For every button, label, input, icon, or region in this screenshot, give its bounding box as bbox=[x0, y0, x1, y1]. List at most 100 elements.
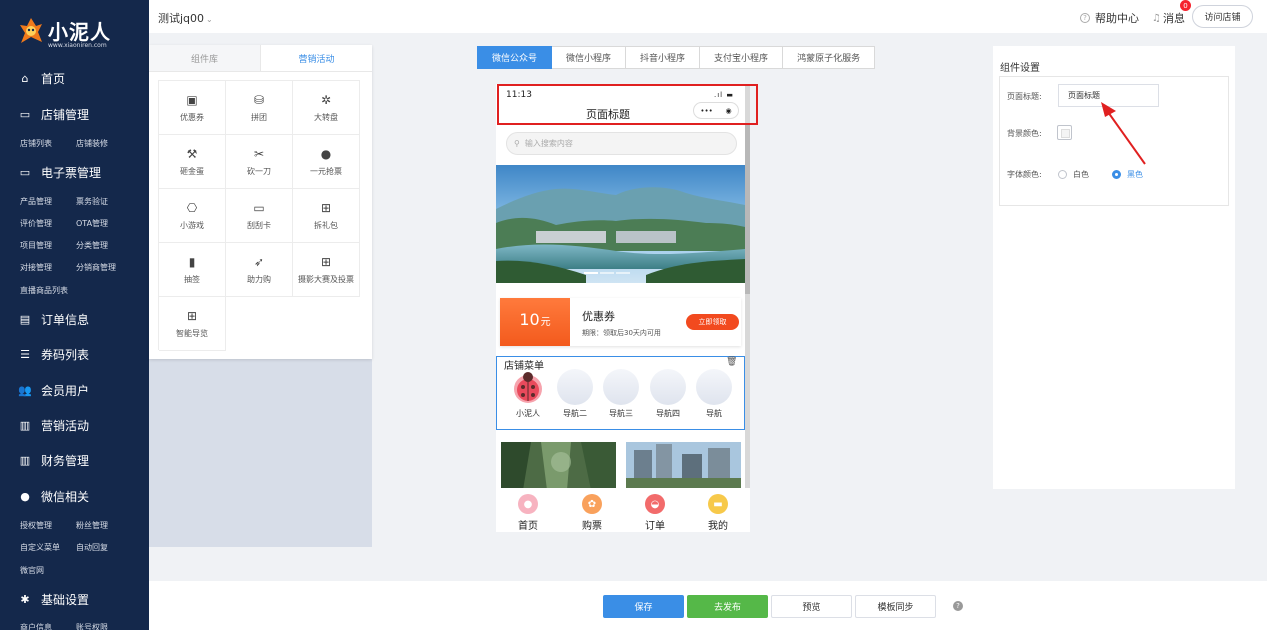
bar-chart-icon: ▥ bbox=[19, 453, 31, 467]
tabbar-orders[interactable]: ◒ 订单 bbox=[630, 494, 680, 532]
banner-image[interactable] bbox=[496, 165, 745, 283]
image-placeholder-icon bbox=[557, 369, 593, 405]
ticket-icon: ▭ bbox=[19, 165, 31, 179]
nav-home[interactable]: ⌂ 首页 bbox=[0, 66, 149, 90]
nav-project-manage[interactable]: 项目管理 bbox=[20, 240, 52, 251]
eticket-subnav-row: 直播商品列表 bbox=[0, 283, 149, 299]
nav-orders[interactable]: ▤ 订单信息 bbox=[0, 307, 149, 331]
messages-link[interactable]: ♫ 消息 bbox=[1152, 10, 1185, 26]
goods-image[interactable] bbox=[501, 442, 616, 490]
nav-eticket-manage[interactable]: ▭ 电子票管理 bbox=[0, 160, 149, 184]
template-sync-button[interactable]: 模板同步 bbox=[855, 595, 936, 618]
nav-ticket-verify[interactable]: 票务验证 bbox=[76, 196, 108, 207]
claim-coupon-button[interactable]: 立即领取 bbox=[686, 314, 739, 330]
highlight-box bbox=[497, 84, 758, 125]
nav-micro-site[interactable]: 微官网 bbox=[20, 565, 44, 576]
lot-icon: ▮ bbox=[188, 254, 196, 269]
help-icon[interactable]: ? bbox=[953, 601, 963, 611]
nav-account-perms[interactable]: 账号权限 bbox=[76, 622, 108, 630]
component-tile-wheel[interactable]: ✲ 大转盘 bbox=[293, 81, 360, 135]
tab-component-library[interactable]: 组件库 bbox=[149, 45, 261, 71]
visit-store-button[interactable]: 访问店铺 bbox=[1192, 5, 1253, 28]
save-button[interactable]: 保存 bbox=[603, 595, 684, 618]
message-count-badge: 0 bbox=[1180, 0, 1191, 11]
goods-image[interactable] bbox=[626, 442, 741, 490]
font-color-white-radio[interactable] bbox=[1058, 170, 1067, 179]
menu-item[interactable]: 导航四 bbox=[645, 367, 689, 427]
component-tile-mini-game[interactable]: ⎔ 小游戏 bbox=[159, 189, 226, 243]
nav-custom-menu[interactable]: 自定义菜单 bbox=[20, 542, 60, 553]
coin-icon: ● bbox=[320, 146, 332, 161]
bg-color-picker[interactable] bbox=[1057, 125, 1072, 140]
tabbar-mine[interactable]: ▬ 我的 bbox=[693, 494, 743, 532]
nav-ota-manage[interactable]: OTA管理 bbox=[76, 218, 108, 229]
preview-button[interactable]: 预览 bbox=[771, 595, 852, 618]
menu-item[interactable]: 导航三 bbox=[598, 367, 642, 427]
nav-merchant-info[interactable]: 商户信息 bbox=[20, 622, 52, 630]
nav-product-manage[interactable]: 产品管理 bbox=[20, 196, 52, 207]
users-icon: 👥 bbox=[18, 383, 32, 397]
component-tile-golden-egg[interactable]: ⚒ 砸金蛋 bbox=[159, 135, 226, 189]
store-selector[interactable]: 测试jq00 ⌄ bbox=[158, 10, 213, 26]
home-tab-icon: ● bbox=[518, 494, 538, 514]
nav-members[interactable]: 👥 会员用户 bbox=[0, 378, 149, 402]
component-tile-gift-pack[interactable]: ⊞ 拆礼包 bbox=[293, 189, 360, 243]
tab-wechat-official[interactable]: 微信公众号 bbox=[477, 46, 553, 69]
component-tile-photo-contest[interactable]: ⊞ 摄影大赛及投票 bbox=[293, 243, 360, 297]
tab-douyin-miniprogram[interactable]: 抖音小程序 bbox=[626, 46, 701, 69]
nav-dock-manage[interactable]: 对接管理 bbox=[20, 262, 52, 273]
menu-item[interactable]: 导航 bbox=[691, 367, 735, 427]
nav-store-list[interactable]: 店铺列表 bbox=[20, 138, 52, 149]
component-tile-group-buy[interactable]: ⛁ 拼团 bbox=[226, 81, 293, 135]
nav-live-goods[interactable]: 直播商品列表 bbox=[20, 285, 68, 296]
nav-distributor-manage[interactable]: 分销商管理 bbox=[76, 262, 116, 273]
eticket-subnav-row: 评价管理 OTA管理 bbox=[0, 216, 149, 232]
nav-finance[interactable]: ▥ 财务管理 bbox=[0, 448, 149, 472]
nav-store-manage[interactable]: ▭ 店铺管理 bbox=[0, 102, 149, 126]
tab-marketing[interactable]: 营销活动 bbox=[261, 45, 372, 71]
trash-icon[interactable]: 🗑 bbox=[726, 357, 737, 367]
wheel-icon: ✲ bbox=[320, 92, 332, 107]
component-tile-smart-guide[interactable]: ⊞ 智能导览 bbox=[159, 297, 226, 351]
publish-button[interactable]: 去发布 bbox=[687, 595, 768, 618]
nav-store-decorate[interactable]: 店铺装修 bbox=[76, 138, 108, 149]
tab-alipay-miniprogram[interactable]: 支付宝小程序 bbox=[700, 46, 784, 69]
city-photo bbox=[626, 442, 741, 490]
nav-marketing[interactable]: ▥ 营销活动 bbox=[0, 413, 149, 437]
tab-harmony-service[interactable]: 鸿蒙原子化服务 bbox=[783, 46, 876, 69]
font-color-black-label[interactable]: 黑色 bbox=[1127, 169, 1143, 180]
forest-photo bbox=[501, 442, 616, 490]
component-tile-assist-buy[interactable]: ➶ 助力购 bbox=[226, 243, 293, 297]
component-tile-bargain[interactable]: ✂ 砍一刀 bbox=[226, 135, 293, 189]
rocket-icon: ➶ bbox=[253, 254, 265, 269]
menu-item[interactable]: 小泥人 bbox=[505, 367, 549, 427]
search-bar[interactable]: ⚲ 输入搜索内容 bbox=[506, 132, 737, 155]
page-title-input[interactable]: 页面标题 bbox=[1058, 84, 1159, 107]
nav-category-manage[interactable]: 分类管理 bbox=[76, 240, 108, 251]
component-tile-coupon[interactable]: ▣ 优惠券 bbox=[159, 81, 226, 135]
store-menu-block[interactable]: 店铺菜单 🗑 小泥人 导航二 导航三 导航四 导航 bbox=[496, 356, 745, 430]
list-icon: ☰ bbox=[20, 347, 30, 361]
nav-review-manage[interactable]: 评价管理 bbox=[20, 218, 52, 229]
nav-basic-settings[interactable]: ✱ 基础设置 bbox=[0, 587, 149, 611]
component-tile-scratch-card[interactable]: ▭ 刮刮卡 bbox=[226, 189, 293, 243]
nav-wechat[interactable]: ● 微信相关 bbox=[0, 484, 149, 508]
nav-auto-reply[interactable]: 自动回复 bbox=[76, 542, 108, 553]
font-color-white-label[interactable]: 白色 bbox=[1073, 169, 1089, 180]
tabbar-tickets[interactable]: ✿ 购票 bbox=[567, 494, 617, 532]
nav-fans-manage[interactable]: 粉丝管理 bbox=[76, 520, 108, 531]
scissors-icon: ✂ bbox=[253, 146, 265, 161]
menu-item[interactable]: 导航二 bbox=[552, 367, 596, 427]
preview-scrollbar[interactable] bbox=[745, 84, 750, 490]
scrollbar-thumb[interactable] bbox=[745, 124, 750, 294]
tabbar-home[interactable]: ● 首页 bbox=[503, 494, 553, 532]
nav-codes[interactable]: ☰ 券码列表 bbox=[0, 342, 149, 366]
coupon-card[interactable]: 10 元 优惠券 期限：领取后30天内可用 立即领取 bbox=[500, 298, 741, 346]
nav-auth-manage[interactable]: 授权管理 bbox=[20, 520, 52, 531]
component-tile-draw-lots[interactable]: ▮ 抽签 bbox=[159, 243, 226, 297]
component-tile-one-yuan[interactable]: ● 一元抢票 bbox=[293, 135, 360, 189]
font-color-black-radio[interactable] bbox=[1112, 170, 1121, 179]
logo[interactable]: 小泥人 www.xiaoniren.com bbox=[14, 10, 139, 56]
help-center-link[interactable]: ? 帮助中心 bbox=[1080, 10, 1139, 26]
tab-wechat-miniprogram[interactable]: 微信小程序 bbox=[552, 46, 627, 69]
